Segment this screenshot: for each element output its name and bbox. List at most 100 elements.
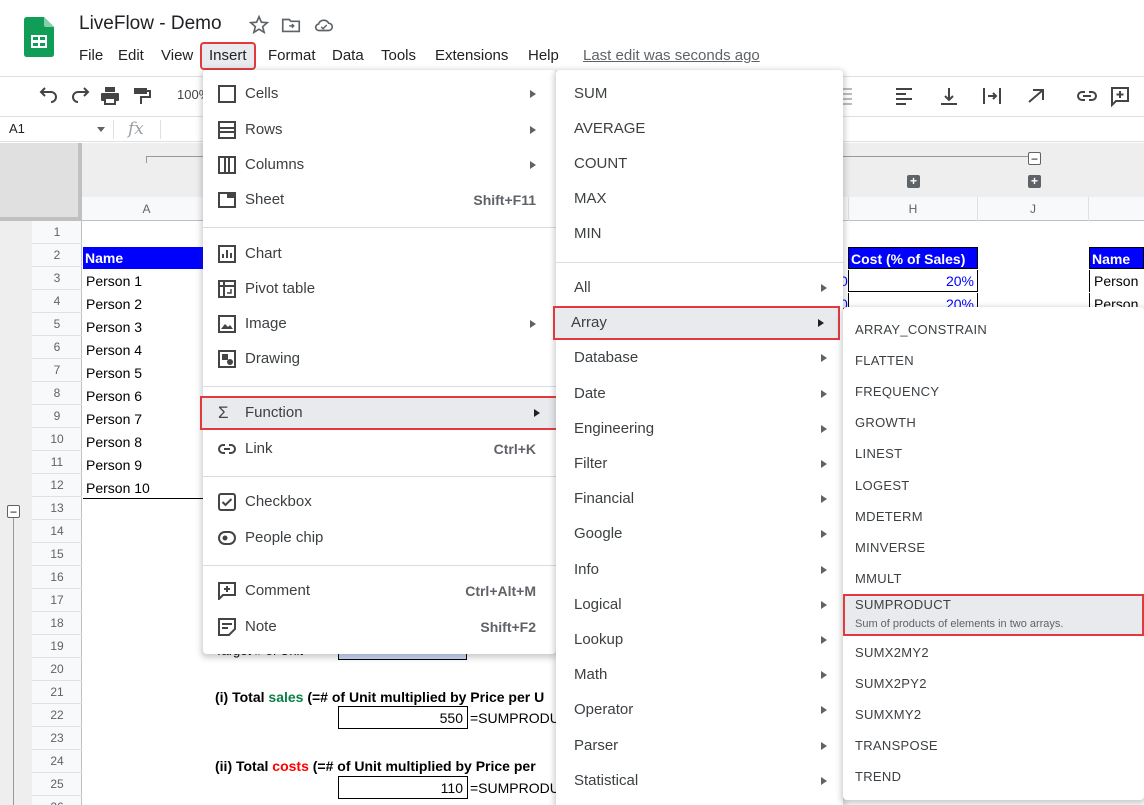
- cost-header-cell[interactable]: Cost (% of Sales): [848, 247, 978, 269]
- menu-format[interactable]: Format: [261, 44, 323, 68]
- category-filter[interactable]: Filter: [556, 447, 843, 481]
- text-wrap-icon[interactable]: [980, 84, 1004, 108]
- array-fn-logest[interactable]: LOGEST: [843, 470, 1144, 501]
- row-header[interactable]: 6: [32, 336, 82, 359]
- insert-people-chip[interactable]: People chip: [203, 521, 556, 555]
- menu-help[interactable]: Help: [521, 44, 566, 68]
- name-box-dropdown-icon[interactable]: [97, 127, 105, 132]
- category-google[interactable]: Google: [556, 517, 843, 551]
- category-math[interactable]: Math: [556, 658, 843, 692]
- array-fn-sumproduct[interactable]: SUMPRODUCT Sum of products of elements in…: [843, 593, 1144, 636]
- category-operator[interactable]: Operator: [556, 693, 843, 727]
- row-header[interactable]: 1: [32, 221, 82, 244]
- undo-icon[interactable]: [37, 84, 61, 108]
- horizontal-align-icon[interactable]: [893, 84, 917, 108]
- menu-insert[interactable]: Insert: [200, 42, 256, 70]
- category-logical[interactable]: Logical: [556, 588, 843, 622]
- array-fn-array_constrain[interactable]: ARRAY_CONSTRAIN: [843, 314, 1144, 345]
- vertical-align-icon[interactable]: [937, 84, 961, 108]
- move-folder-icon[interactable]: [280, 14, 302, 36]
- cloud-saved-icon[interactable]: [313, 14, 335, 36]
- insert-cells[interactable]: Cells: [203, 77, 556, 111]
- category-parser[interactable]: Parser: [556, 729, 843, 763]
- function-count[interactable]: COUNT: [556, 147, 843, 181]
- person-name-cell[interactable]: Person 4: [86, 339, 142, 361]
- insert-function[interactable]: Σ Function: [200, 396, 558, 430]
- category-array[interactable]: Array: [553, 306, 840, 341]
- row-header[interactable]: 26: [32, 796, 82, 805]
- person-name-cell[interactable]: Person 10: [86, 477, 150, 499]
- category-info[interactable]: Info: [556, 553, 843, 587]
- array-fn-minverse[interactable]: MINVERSE: [843, 532, 1144, 563]
- right-person-cell[interactable]: Person: [1089, 270, 1144, 292]
- person-name-cell[interactable]: Person 1: [86, 270, 142, 292]
- array-fn-frequency[interactable]: FREQUENCY: [843, 376, 1144, 407]
- function-average[interactable]: AVERAGE: [556, 112, 843, 146]
- array-fn-transpose[interactable]: TRANSPOSE: [843, 730, 1144, 761]
- row-header[interactable]: 5: [32, 313, 82, 336]
- insert-link-icon[interactable]: [1075, 84, 1099, 108]
- category-financial[interactable]: Financial: [556, 482, 843, 516]
- row-header[interactable]: 12: [32, 474, 82, 497]
- category-database[interactable]: Database: [556, 341, 843, 375]
- column-header-k[interactable]: K: [1089, 197, 1144, 221]
- array-fn-growth[interactable]: GROWTH: [843, 407, 1144, 438]
- row-header[interactable]: 3: [32, 267, 82, 290]
- column-header-j[interactable]: J: [978, 197, 1089, 221]
- person-name-cell[interactable]: Person 2: [86, 293, 142, 315]
- row-header[interactable]: 2: [32, 244, 82, 267]
- category-date[interactable]: Date: [556, 377, 843, 411]
- insert-columns[interactable]: Columns: [203, 148, 556, 182]
- select-all-corner[interactable]: [0, 143, 82, 221]
- collapse-row-group-icon[interactable]: −: [7, 505, 20, 518]
- insert-rows[interactable]: Rows: [203, 113, 556, 147]
- right-name-header-cell[interactable]: Name: [1089, 247, 1144, 269]
- menu-data[interactable]: Data: [325, 44, 371, 68]
- insert-image[interactable]: Image: [203, 307, 556, 341]
- collapse-group-icon[interactable]: −: [1028, 152, 1041, 165]
- array-fn-linest[interactable]: LINEST: [843, 438, 1144, 469]
- array-fn-flatten[interactable]: FLATTEN: [843, 345, 1144, 376]
- function-max[interactable]: MAX: [556, 182, 843, 216]
- row-header[interactable]: 21: [32, 681, 82, 704]
- person-name-cell[interactable]: Person 6: [86, 385, 142, 407]
- row-header[interactable]: 8: [32, 382, 82, 405]
- row-header[interactable]: 18: [32, 612, 82, 635]
- array-fn-mdeterm[interactable]: MDETERM: [843, 501, 1144, 532]
- person-name-cell[interactable]: Person 8: [86, 431, 142, 453]
- sheets-logo-icon[interactable]: [24, 17, 54, 57]
- function-min[interactable]: MIN: [556, 217, 843, 251]
- person-name-cell[interactable]: Person 7: [86, 408, 142, 430]
- menu-extensions[interactable]: Extensions: [428, 44, 515, 68]
- insert-drawing[interactable]: Drawing: [203, 342, 556, 376]
- category-statistical[interactable]: Statistical: [556, 764, 843, 798]
- total-costs-value[interactable]: 110: [338, 776, 468, 799]
- paint-format-icon[interactable]: [129, 84, 153, 108]
- menu-view[interactable]: View: [154, 44, 200, 68]
- row-header[interactable]: 23: [32, 727, 82, 750]
- person-name-cell[interactable]: Person 5: [86, 362, 142, 384]
- document-title[interactable]: LiveFlow - Demo: [79, 13, 222, 35]
- category-all[interactable]: All: [556, 271, 843, 305]
- row-header[interactable]: 15: [32, 543, 82, 566]
- row-header[interactable]: 9: [32, 405, 82, 428]
- star-icon[interactable]: [248, 14, 270, 36]
- array-fn-trend[interactable]: TREND: [843, 761, 1144, 792]
- insert-chart[interactable]: Chart: [203, 237, 556, 271]
- row-header[interactable]: 7: [32, 359, 82, 382]
- row-header[interactable]: 4: [32, 290, 82, 313]
- array-fn-sumx2py2[interactable]: SUMX2PY2: [843, 668, 1144, 699]
- row-header[interactable]: 14: [32, 520, 82, 543]
- row-header[interactable]: 11: [32, 451, 82, 474]
- insert-note[interactable]: Note Shift+F2: [203, 610, 556, 644]
- menu-edit[interactable]: Edit: [111, 44, 151, 68]
- category-lookup[interactable]: Lookup: [556, 623, 843, 657]
- total-sales-value[interactable]: 550: [338, 706, 468, 729]
- row-header[interactable]: 10: [32, 428, 82, 451]
- row-header[interactable]: 16: [32, 566, 82, 589]
- category-engineering[interactable]: Engineering: [556, 412, 843, 446]
- print-icon[interactable]: [98, 84, 122, 108]
- row-header[interactable]: 17: [32, 589, 82, 612]
- row-header[interactable]: 24: [32, 750, 82, 773]
- column-header-h[interactable]: H: [848, 197, 978, 221]
